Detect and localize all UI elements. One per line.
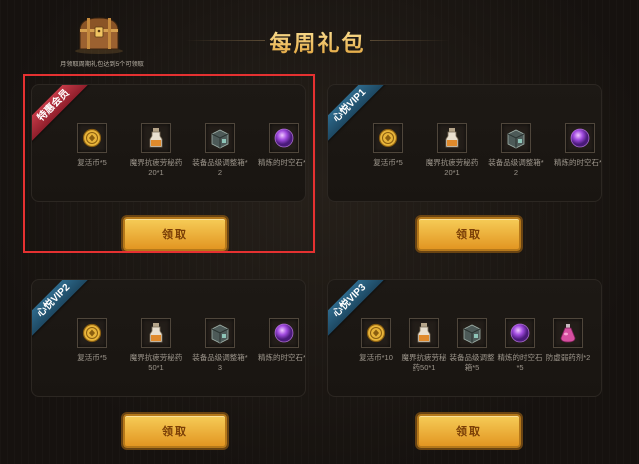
reward-list: 复活币*5 魔界抗疲劳秘药50*1 装备品级调整箱*3 精炼的时空石*4 — [60, 318, 306, 373]
reward-label: 防虚弱药剂*2 — [545, 353, 591, 362]
reward-label: 魔界抗疲劳秘药50*1 — [129, 353, 183, 372]
equipment-box-icon[interactable] — [501, 123, 531, 153]
reward-label: 装备品级调整箱*3 — [192, 353, 248, 372]
reward-label: 复活币*10 — [359, 353, 393, 362]
reward-label: 精炼的时空石*5 — [497, 353, 543, 372]
potion-icon[interactable] — [141, 318, 171, 348]
orb-icon[interactable] — [269, 318, 299, 348]
gift-panel: 心悦VIP3 复活币*10 魔界抗疲劳秘药50*1 装备品级调整箱*5 精炼的时空石*5… — [327, 279, 602, 397]
reward-label: 精炼的时空石*4 — [257, 353, 306, 362]
reward-label: 精炼的时空石*3 — [553, 158, 602, 167]
reward-item[interactable]: 精炼的时空石*3 — [548, 123, 602, 178]
equipment-box-icon[interactable] — [205, 318, 235, 348]
reward-label: 魔界抗疲劳秘药50*1 — [401, 353, 447, 372]
reward-item[interactable]: 防虚弱药剂*2 — [544, 318, 592, 373]
reward-item[interactable]: 魔界抗疲劳秘药50*1 — [124, 318, 188, 373]
reward-list: 复活币*10 魔界抗疲劳秘药50*1 装备品级调整箱*5 精炼的时空石*5 防虚弱药剂*… — [352, 318, 592, 373]
potion-icon[interactable] — [437, 123, 467, 153]
reward-item[interactable]: 魔界抗疲劳秘药20*1 — [420, 123, 484, 178]
gift-panel: 心悦VIP2 复活币*5 魔界抗疲劳秘药50*1 装备品级调整箱*3 精炼的时空石*4 — [31, 279, 306, 397]
treasure-chest-icon[interactable] — [74, 14, 124, 54]
coin-icon[interactable] — [77, 318, 107, 348]
claim-button[interactable]: 领取 — [123, 414, 227, 448]
reward-label: 复活币*5 — [373, 158, 403, 167]
reward-label: 装备品级调整箱*2 — [488, 158, 544, 177]
reward-item[interactable]: 复活币*5 — [356, 123, 420, 178]
orb-icon[interactable] — [565, 123, 595, 153]
claim-button[interactable]: 领取 — [417, 414, 521, 448]
orb-icon[interactable] — [505, 318, 535, 348]
selection-highlight — [23, 74, 315, 253]
reward-item[interactable]: 精炼的时空石*5 — [496, 318, 544, 373]
coin-icon[interactable] — [373, 123, 403, 153]
reward-item[interactable]: 复活币*10 — [352, 318, 400, 373]
reward-item[interactable]: 精炼的时空石*4 — [252, 318, 306, 373]
gift-panel: 心悦VIP1 复活币*5 魔界抗疲劳秘药20*1 装备品级调整箱*2 精炼的时空石*3 — [327, 84, 602, 202]
chest-caption: 月领取周期礼包达到5个可领取 — [60, 61, 144, 68]
reward-item[interactable]: 装备品级调整箱*5 — [448, 318, 496, 373]
claim-button[interactable]: 领取 — [417, 217, 521, 251]
potion-icon[interactable] — [409, 318, 439, 348]
reward-list: 复活币*5 魔界抗疲劳秘药20*1 装备品级调整箱*2 精炼的时空石*3 — [356, 123, 602, 178]
reward-item[interactable]: 复活币*5 — [60, 318, 124, 373]
title-area: 每周礼包 — [185, 24, 450, 58]
reward-label: 魔界抗疲劳秘药20*1 — [425, 158, 479, 177]
reward-label: 装备品级调整箱*5 — [449, 353, 495, 372]
page-title: 每周礼包 — [185, 26, 450, 58]
reward-label: 复活币*5 — [77, 353, 107, 362]
reward-item[interactable]: 装备品级调整箱*3 — [188, 318, 252, 373]
coin-icon[interactable] — [361, 318, 391, 348]
pink-potion-icon[interactable] — [553, 318, 583, 348]
reward-item[interactable]: 魔界抗疲劳秘药50*1 — [400, 318, 448, 373]
reward-item[interactable]: 装备品级调整箱*2 — [484, 123, 548, 178]
equipment-box-icon[interactable] — [457, 318, 487, 348]
